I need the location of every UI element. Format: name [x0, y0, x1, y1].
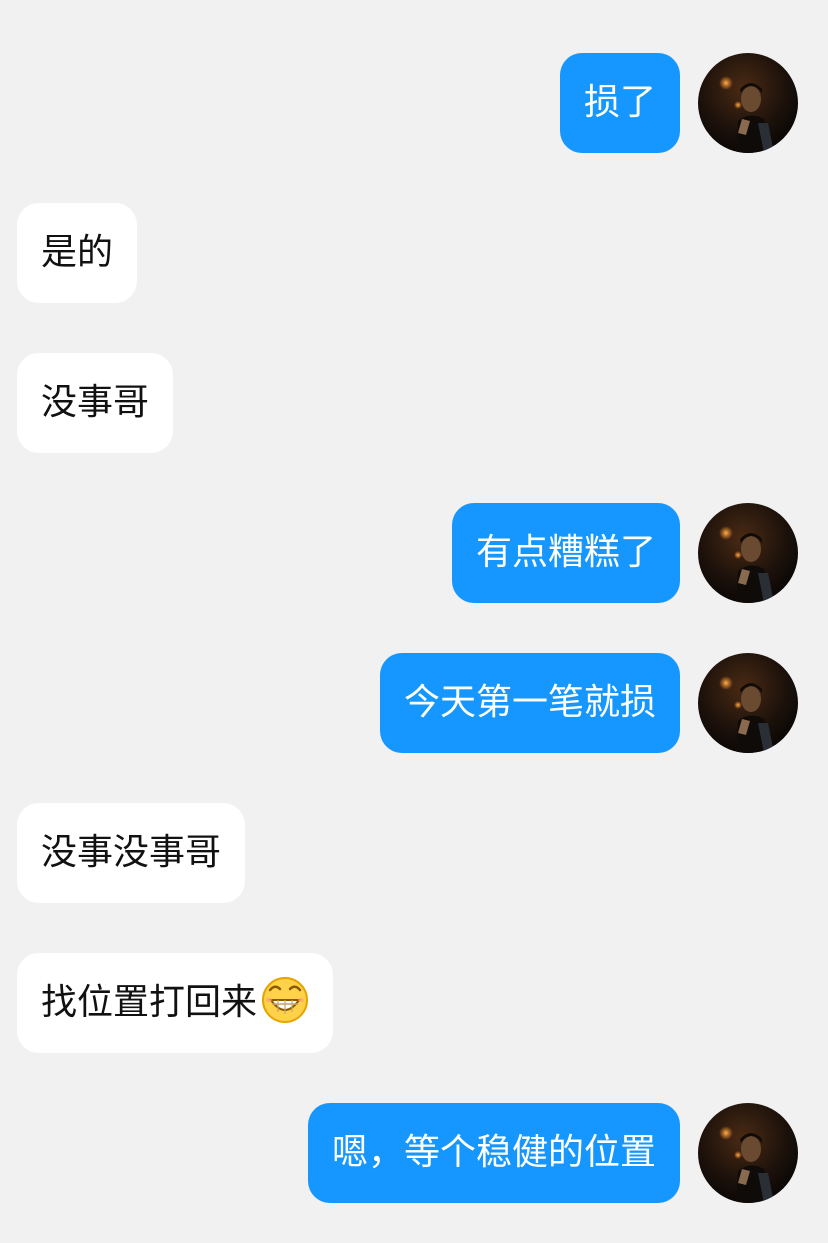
incoming-message-bubble[interactable]: 没事哥	[17, 353, 174, 453]
message-text: 今天第一笔就损	[403, 682, 656, 723]
message-text: 损了	[583, 82, 656, 123]
outgoing-message-bubble[interactable]: 有点糟糕了	[451, 503, 680, 603]
message-text: 找位置打回来	[41, 982, 258, 1023]
message-row: 损了	[0, 53, 828, 153]
avatar[interactable]	[698, 503, 798, 603]
outgoing-message-bubble[interactable]: 今天第一笔就损	[379, 653, 680, 753]
outgoing-message-bubble[interactable]: 嗯，等个稳健的位置	[307, 1103, 680, 1203]
incoming-message-bubble[interactable]: 没事没事哥	[17, 803, 246, 903]
message-row: 没事没事哥	[0, 803, 828, 903]
grinning-face-emoji-icon	[261, 976, 309, 1031]
message-text: 有点糟糕了	[475, 532, 656, 573]
message-text: 没事没事哥	[41, 832, 222, 873]
outgoing-message-bubble[interactable]: 损了	[559, 53, 680, 153]
message-row: 今天第一笔就损	[0, 653, 828, 753]
avatar[interactable]	[698, 653, 798, 753]
message-text: 没事哥	[41, 382, 150, 423]
message-text: 嗯，等个稳健的位置	[331, 1132, 656, 1173]
message-row: 是的	[0, 203, 828, 303]
avatar[interactable]	[698, 53, 798, 153]
avatar[interactable]	[698, 1103, 798, 1203]
incoming-message-bubble[interactable]: 是的	[17, 203, 138, 303]
message-row: 有点糟糕了	[0, 503, 828, 603]
message-row: 没事哥	[0, 353, 828, 453]
message-text: 是的	[41, 232, 114, 273]
message-row: 嗯，等个稳健的位置	[0, 1103, 828, 1203]
message-row: 找位置打回来	[0, 953, 828, 1053]
incoming-message-bubble[interactable]: 找位置打回来	[17, 953, 334, 1053]
